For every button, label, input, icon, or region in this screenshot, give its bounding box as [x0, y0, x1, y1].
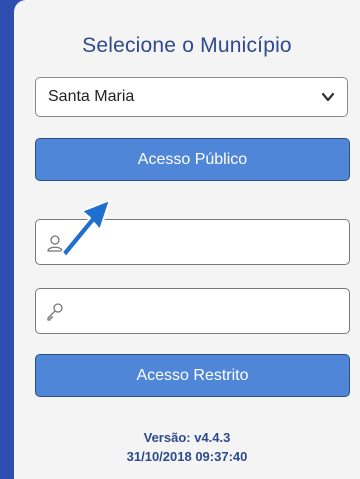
chevron-down-icon — [321, 92, 335, 102]
municipio-select-value: Santa Maria — [48, 88, 135, 105]
login-panel: Selecione o Município Santa Maria Acesso… — [14, 0, 360, 479]
public-access-button[interactable]: Acesso Público — [35, 138, 350, 181]
username-field[interactable] — [35, 219, 350, 265]
restricted-access-button[interactable]: Acesso Restrito — [35, 354, 350, 397]
key-icon — [47, 303, 63, 321]
version-label: Versão: v4.4.3 — [143, 430, 231, 445]
page-title: Selecione o Município — [82, 34, 292, 57]
municipio-select[interactable]: Santa Maria — [35, 77, 348, 117]
version-info: Versão: v4.4.3 31/10/2018 09:37:40 — [14, 428, 360, 466]
password-field[interactable] — [35, 288, 350, 334]
user-icon — [47, 235, 63, 252]
version-date: 31/10/2018 09:37:40 — [126, 449, 248, 464]
